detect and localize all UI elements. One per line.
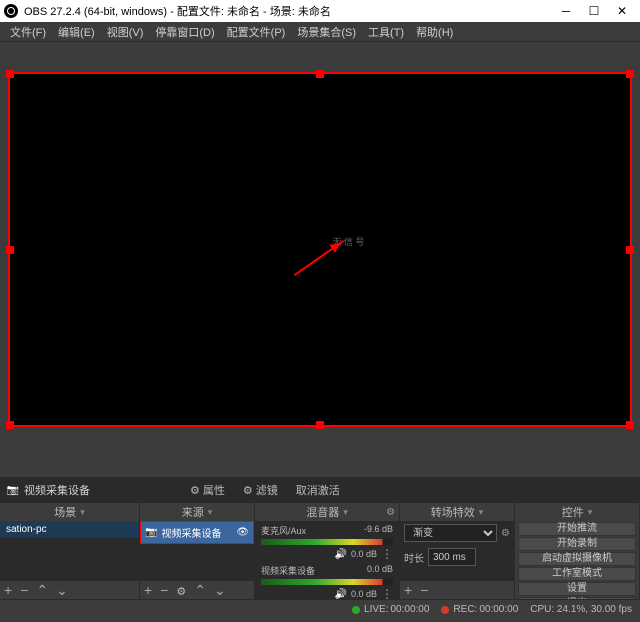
scenes-panel: 场景 sation-pc + − ⌃ ⌄ <box>0 503 140 599</box>
selection-handle[interactable] <box>6 70 14 78</box>
source-item[interactable]: 视频采集设备 <box>140 521 254 544</box>
source-properties-button[interactable] <box>176 582 186 598</box>
selection-handle[interactable] <box>6 421 14 429</box>
bottom-panels: 场景 sation-pc + − ⌃ ⌄ 来源 视频采集设备 + − ⌃ ⌄ <box>0 503 640 599</box>
selected-source-label: 视频采集设备 <box>24 482 90 498</box>
source-up-button[interactable]: ⌃ <box>194 582 206 599</box>
filter-icon <box>243 484 253 497</box>
studio-mode-button[interactable]: 工作室模式 <box>518 567 636 581</box>
more-icon[interactable] <box>381 547 393 561</box>
panel-title: 转场特效 <box>431 504 475 520</box>
menu-view[interactable]: 视图(V) <box>101 22 150 42</box>
menu-help[interactable]: 帮助(H) <box>410 22 459 42</box>
selection-handle[interactable] <box>626 421 634 429</box>
remove-scene-button[interactable]: − <box>20 582 28 598</box>
live-status: LIVE: 00:00:00 <box>352 604 429 615</box>
mixer-track: 麦克风/Aux-9.6 dB 0.0 dB <box>255 521 399 561</box>
transitions-panel: 转场特效 渐变 时长 + − <box>400 503 515 599</box>
sources-panel: 来源 视频采集设备 + − ⌃ ⌄ <box>140 503 255 599</box>
controls-panel: 控件 开始推流 开始录制 启动虚拟摄像机 工作室模式 设置 退出 <box>515 503 640 599</box>
properties-button[interactable]: 属性 <box>190 482 225 498</box>
filters-button[interactable]: 滤镜 <box>243 482 278 498</box>
chevron-down-icon[interactable] <box>588 506 593 518</box>
cpu-status: CPU: 24.1%, 30.00 fps <box>530 604 632 615</box>
add-source-button[interactable]: + <box>144 582 152 598</box>
chevron-down-icon[interactable] <box>343 506 348 518</box>
menu-profile[interactable]: 配置文件(P) <box>221 22 292 42</box>
menu-edit[interactable]: 编辑(E) <box>52 22 101 42</box>
duration-input[interactable] <box>428 548 476 566</box>
rec-status: REC: 00:00:00 <box>441 604 518 615</box>
menu-scenes[interactable]: 场景集合(S) <box>291 22 362 42</box>
statusbar: LIVE: 00:00:00 REC: 00:00:00 CPU: 24.1%,… <box>0 599 640 619</box>
start-virtualcam-button[interactable]: 启动虚拟摄像机 <box>518 552 636 566</box>
exit-button[interactable]: 退出 <box>518 597 636 599</box>
gear-icon <box>190 484 200 497</box>
maximize-button[interactable]: ☐ <box>580 0 608 22</box>
menu-dock[interactable]: 停靠窗口(D) <box>149 22 220 42</box>
window-titlebar: OBS 27.2.4 (64-bit, windows) - 配置文件: 未命名… <box>0 0 640 22</box>
mixer-track: 视频采集设备0.0 dB 0.0 dB <box>255 561 399 599</box>
deactivate-button[interactable]: 取消激活 <box>296 482 340 498</box>
selection-handle[interactable] <box>6 246 14 254</box>
camera-icon <box>145 527 157 538</box>
preview-area: 无 信 号 <box>0 42 640 477</box>
camera-icon <box>6 484 20 496</box>
selection-handle[interactable] <box>626 246 634 254</box>
preview-canvas[interactable]: 无 信 号 <box>8 72 632 427</box>
add-transition-button[interactable]: + <box>404 582 412 598</box>
duration-label: 时长 <box>404 550 424 565</box>
source-down-button[interactable]: ⌄ <box>214 582 226 599</box>
source-item-label: 视频采集设备 <box>161 525 232 540</box>
volume-meter <box>261 539 393 545</box>
start-streaming-button[interactable]: 开始推流 <box>518 522 636 536</box>
app-icon <box>4 4 18 18</box>
start-recording-button[interactable]: 开始录制 <box>518 537 636 551</box>
source-context-toolbar: 视频采集设备 属性 滤镜 取消激活 <box>0 477 640 503</box>
speaker-icon[interactable] <box>335 549 347 560</box>
panel-title: 控件 <box>562 504 584 520</box>
scene-item[interactable]: sation-pc <box>0 521 139 538</box>
audio-mixer-panel: 混音器 麦克风/Aux-9.6 dB 0.0 dB 视频采集设备0.0 dB 0… <box>255 503 400 599</box>
panel-title: 混音器 <box>306 504 339 520</box>
speaker-icon[interactable] <box>335 589 347 600</box>
gear-icon[interactable] <box>501 527 510 539</box>
close-button[interactable]: ✕ <box>608 0 636 22</box>
chevron-down-icon[interactable] <box>208 506 213 518</box>
minimize-button[interactable]: ─ <box>552 0 580 22</box>
volume-meter <box>261 579 393 585</box>
gear-icon[interactable] <box>386 506 395 518</box>
panel-title: 来源 <box>182 504 204 520</box>
menubar: 文件(F) 编辑(E) 视图(V) 停靠窗口(D) 配置文件(P) 场景集合(S… <box>0 22 640 42</box>
more-icon[interactable] <box>381 587 393 599</box>
chevron-down-icon[interactable] <box>479 506 484 518</box>
remove-transition-button[interactable]: − <box>420 582 428 598</box>
chevron-down-icon[interactable] <box>80 506 85 518</box>
scene-filters-button[interactable]: ⌃ <box>36 582 48 599</box>
selection-handle[interactable] <box>316 70 324 78</box>
window-title: OBS 27.2.4 (64-bit, windows) - 配置文件: 未命名… <box>24 3 552 19</box>
selection-handle[interactable] <box>626 70 634 78</box>
menu-tools[interactable]: 工具(T) <box>362 22 410 42</box>
remove-source-button[interactable]: − <box>160 582 168 598</box>
settings-button[interactable]: 设置 <box>518 582 636 596</box>
panel-title: 场景 <box>54 504 76 520</box>
transition-select[interactable]: 渐变 <box>404 524 497 542</box>
add-scene-button[interactable]: + <box>4 582 12 598</box>
scene-filters-down-button[interactable]: ⌄ <box>56 582 68 599</box>
menu-file[interactable]: 文件(F) <box>4 22 52 42</box>
selection-handle[interactable] <box>316 421 324 429</box>
annotation-arrow <box>294 239 344 275</box>
eye-icon[interactable] <box>236 527 249 538</box>
